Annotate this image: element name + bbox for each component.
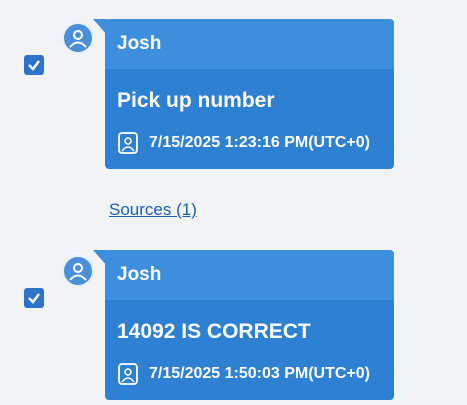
user-avatar-icon <box>69 263 87 281</box>
message-timestamp: 7/15/2025 1:23:16 PM(UTC+0) <box>149 134 370 151</box>
message-text: Pick up number <box>117 89 275 112</box>
sources-link[interactable]: Sources (1) <box>109 200 197 220</box>
contact-book-icon <box>118 132 138 154</box>
checkmark-icon <box>28 60 40 71</box>
contact-book-icon <box>118 363 138 385</box>
avatar <box>62 255 94 287</box>
avatar <box>62 22 94 54</box>
message-select-checkbox[interactable] <box>24 55 44 75</box>
message-bubble: Josh 14092 IS CORRECT 7/15/2025 1:50:03 … <box>105 250 394 400</box>
checkmark-icon <box>28 293 40 304</box>
user-avatar-icon <box>69 30 87 48</box>
message-bubble: Josh Pick up number 7/15/2025 1:23:16 PM… <box>105 19 394 169</box>
message-sender: Josh <box>105 250 394 300</box>
message-timestamp: 7/15/2025 1:50:03 PM(UTC+0) <box>149 365 370 382</box>
message-select-checkbox[interactable] <box>24 288 44 308</box>
message-text: 14092 IS CORRECT <box>117 320 311 343</box>
message-sender: Josh <box>105 19 394 69</box>
